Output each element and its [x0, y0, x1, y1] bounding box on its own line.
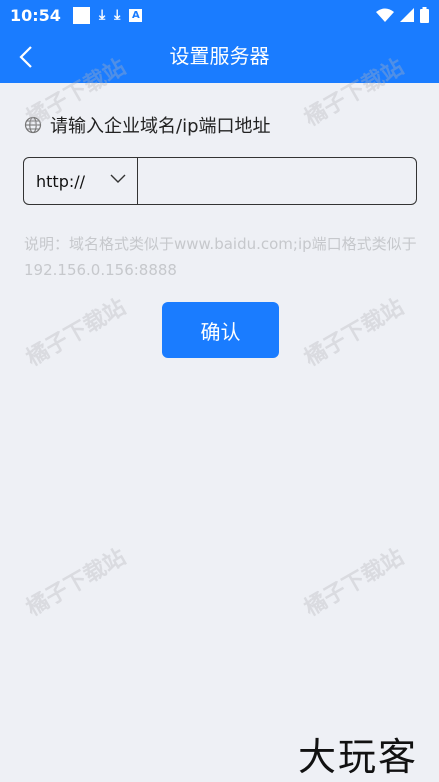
protocol-select[interactable]: http:// [24, 158, 138, 204]
server-address-field: http:// [23, 157, 417, 205]
prompt-row: 请输入企业域名/ip端口地址 [24, 112, 271, 138]
download-icon: ⤓ [98, 6, 106, 23]
globe-icon [24, 116, 42, 134]
watermark: 橘子下载站 [300, 294, 409, 372]
watermark: 橘子下载站 [22, 294, 131, 372]
status-time: 10:54 [10, 5, 61, 25]
wifi-icon [376, 8, 394, 22]
a-badge-icon: A [129, 8, 143, 22]
notification-square-icon [72, 6, 90, 24]
status-bar: 10:54 ⤓ ⤓ A [0, 0, 439, 30]
download-icon: ⤓ [114, 6, 121, 23]
protocol-value: http:// [36, 171, 86, 191]
format-hint: 说明：域名格式类似于www.baidu.com;ip端口格式类似于192.156… [24, 235, 417, 279]
watermark: 橘子下载站 [300, 544, 409, 622]
battery-icon [420, 7, 429, 23]
corner-logo: 大玩客 [298, 735, 419, 779]
page-title: 设置服务器 [169, 44, 270, 68]
confirm-button[interactable]: 确认 [162, 302, 279, 358]
prompt-label: 请输入企业域名/ip端口地址 [50, 116, 271, 137]
address-input[interactable] [138, 158, 416, 204]
chevron-down-icon [110, 174, 126, 183]
watermark: 橘子下载站 [22, 544, 131, 622]
app-header: 设置服务器 [0, 30, 439, 83]
signal-icon [400, 8, 414, 22]
